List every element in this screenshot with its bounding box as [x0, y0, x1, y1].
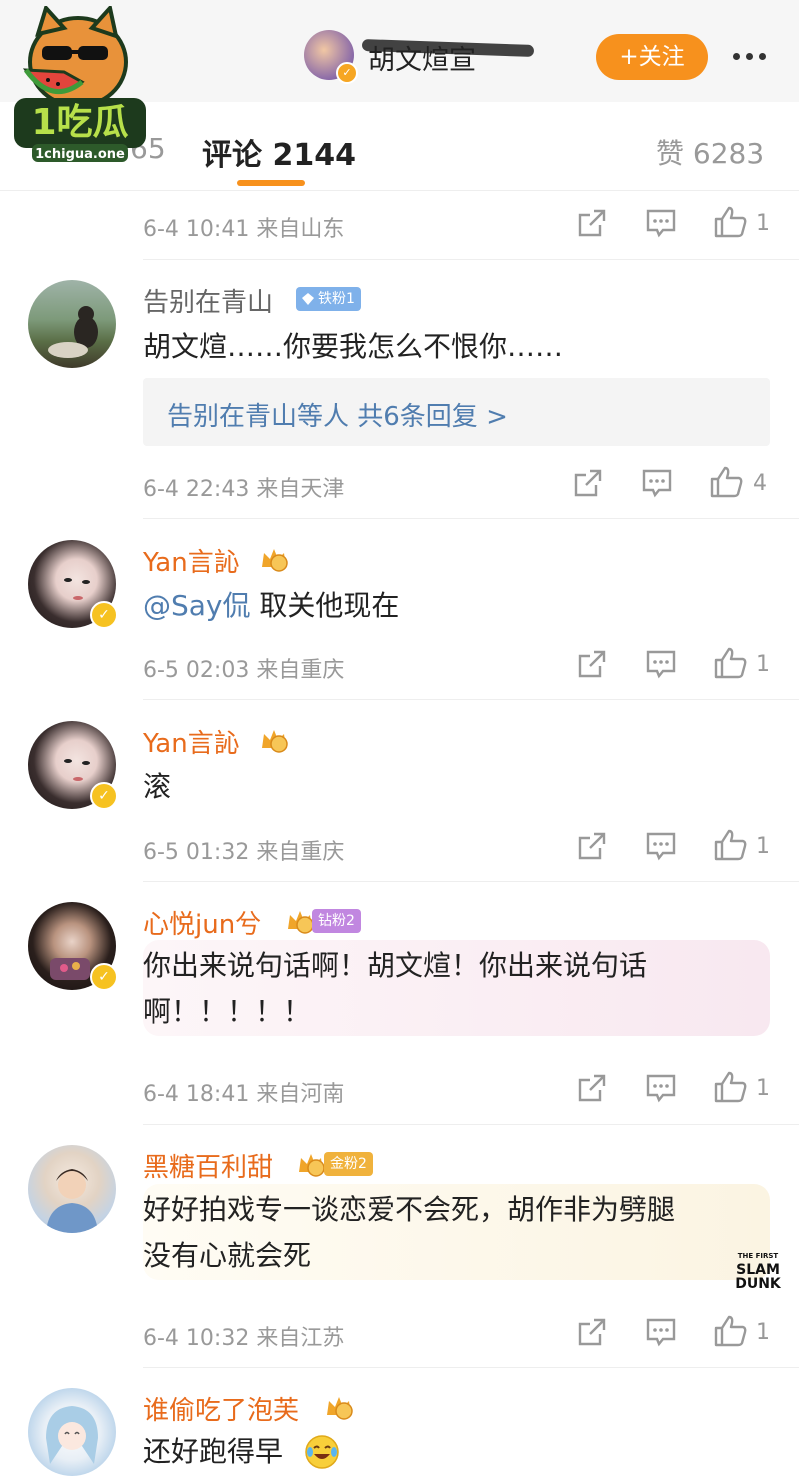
divider	[143, 1124, 799, 1125]
user-avatar[interactable]	[28, 1388, 116, 1476]
like-icon[interactable]	[713, 646, 749, 680]
user-avatar[interactable]	[28, 280, 116, 368]
verified-icon: ✓	[336, 62, 358, 84]
tab-comments[interactable]: 评论 2144	[202, 130, 356, 174]
like-count: 1	[756, 1076, 770, 1101]
comment-text: 胡文煊……你要我怎么不恨你……	[143, 330, 564, 363]
mention-link[interactable]: @Say侃	[143, 589, 251, 622]
comment-text: @Say侃 取关他现在	[143, 584, 399, 628]
like-icon[interactable]	[709, 465, 745, 499]
comment-meta: 6-4 22:43 来自天津	[143, 477, 345, 502]
reply-summary[interactable]: 告别在青山等人 共6条回复 >	[167, 396, 508, 433]
like-count: 4	[753, 471, 767, 496]
vip-crown-icon	[288, 911, 314, 934]
like-count: 1	[756, 1320, 770, 1345]
fan-badge: 钻粉2	[312, 909, 361, 933]
comment-icon[interactable]	[645, 649, 677, 679]
repost-icon[interactable]	[576, 1316, 608, 1348]
like-icon[interactable]	[713, 828, 749, 862]
repost-icon[interactable]	[576, 207, 608, 239]
more-options-icon[interactable]	[724, 38, 774, 74]
active-tab-indicator	[237, 180, 305, 186]
comment-username[interactable]: 告别在青山	[143, 282, 273, 319]
comment-text-line1: 你出来说句话啊！胡文煊！你出来说句话	[143, 949, 648, 982]
like-icon[interactable]	[713, 205, 749, 239]
watermark-line2: SLAM	[736, 1262, 780, 1278]
vip-crown-icon	[299, 1154, 325, 1177]
fan-badge-label: 铁粉1	[318, 291, 355, 307]
vip-crown-icon	[262, 549, 288, 572]
comment-meta: 6-4 10:41 来自山东	[143, 217, 345, 242]
tab-likes[interactable]: 赞 6283	[656, 132, 764, 172]
repost-icon[interactable]	[572, 467, 604, 499]
vip-crown-icon	[327, 1397, 353, 1420]
like-count: 1	[756, 211, 770, 236]
comment-icon[interactable]	[641, 468, 673, 498]
comment-text-line2: 没有心就会死	[143, 1239, 312, 1272]
comment-text: 滚	[143, 770, 172, 803]
like-icon[interactable]	[713, 1314, 749, 1348]
reply-summary-box[interactable]: 告别在青山等人 共6条回复 >	[143, 378, 770, 446]
comment-text: 还好跑得早	[143, 1435, 284, 1468]
slam-dunk-watermark: THE FIRST SLAM DUNK	[735, 1250, 781, 1294]
like-icon[interactable]	[713, 1070, 749, 1104]
account-avatar[interactable]: ✓	[304, 30, 358, 84]
comment-meta: 6-5 02:03 来自重庆	[143, 658, 345, 683]
repost-icon[interactable]	[576, 830, 608, 862]
repost-icon[interactable]	[576, 648, 608, 680]
comment-username[interactable]: Yan言訫	[143, 723, 240, 760]
comment-text-line1: 好好拍戏专一谈恋爱不会死，胡作非为劈腿	[143, 1193, 676, 1226]
verified-icon: ✓	[90, 963, 118, 991]
divider	[143, 259, 799, 260]
laugh-cry-emoji-icon	[305, 1435, 339, 1469]
vip-crown-icon	[262, 730, 288, 753]
divider	[143, 881, 799, 882]
fan-badge: 金粉2	[324, 1152, 373, 1176]
chigua-logo: 1吃瓜 1chigua.one	[14, 6, 146, 162]
comment-body: 取关他现在	[250, 589, 400, 622]
verified-icon: ✓	[90, 782, 118, 810]
comment-meta: 6-4 18:41 来自河南	[143, 1082, 345, 1107]
comment-username[interactable]: Yan言訫	[143, 542, 240, 579]
fan-badge: 铁粉1	[296, 287, 361, 311]
comment-icon[interactable]	[645, 1317, 677, 1347]
logo-site: 1chigua.one	[35, 147, 125, 162]
comment-icon[interactable]	[645, 208, 677, 238]
comment-icon[interactable]	[645, 831, 677, 861]
comment-icon[interactable]	[645, 1073, 677, 1103]
diamond-icon	[302, 293, 314, 305]
like-count: 1	[756, 834, 770, 859]
comment-meta: 6-4 10:32 来自江苏	[143, 1326, 345, 1351]
user-avatar[interactable]	[28, 1145, 116, 1233]
logo-text: 1吃瓜	[31, 102, 128, 143]
comment-meta: 6-5 01:32 来自重庆	[143, 840, 345, 865]
verified-icon: ✓	[90, 601, 118, 629]
like-count: 1	[756, 652, 770, 677]
comment-username[interactable]: 心悦jun兮	[143, 904, 261, 941]
comment-username[interactable]: 黑糖百利甜	[143, 1147, 273, 1184]
follow-button[interactable]: +关注	[596, 34, 708, 80]
repost-icon[interactable]	[576, 1072, 608, 1104]
divider	[143, 699, 799, 700]
divider	[143, 1367, 799, 1368]
comment-text-line2: 啊！！！！！	[143, 995, 312, 1028]
divider	[143, 518, 799, 519]
comment-username[interactable]: 谁偷吃了泡芙	[143, 1390, 299, 1427]
watermark-line3: DUNK	[735, 1276, 781, 1292]
